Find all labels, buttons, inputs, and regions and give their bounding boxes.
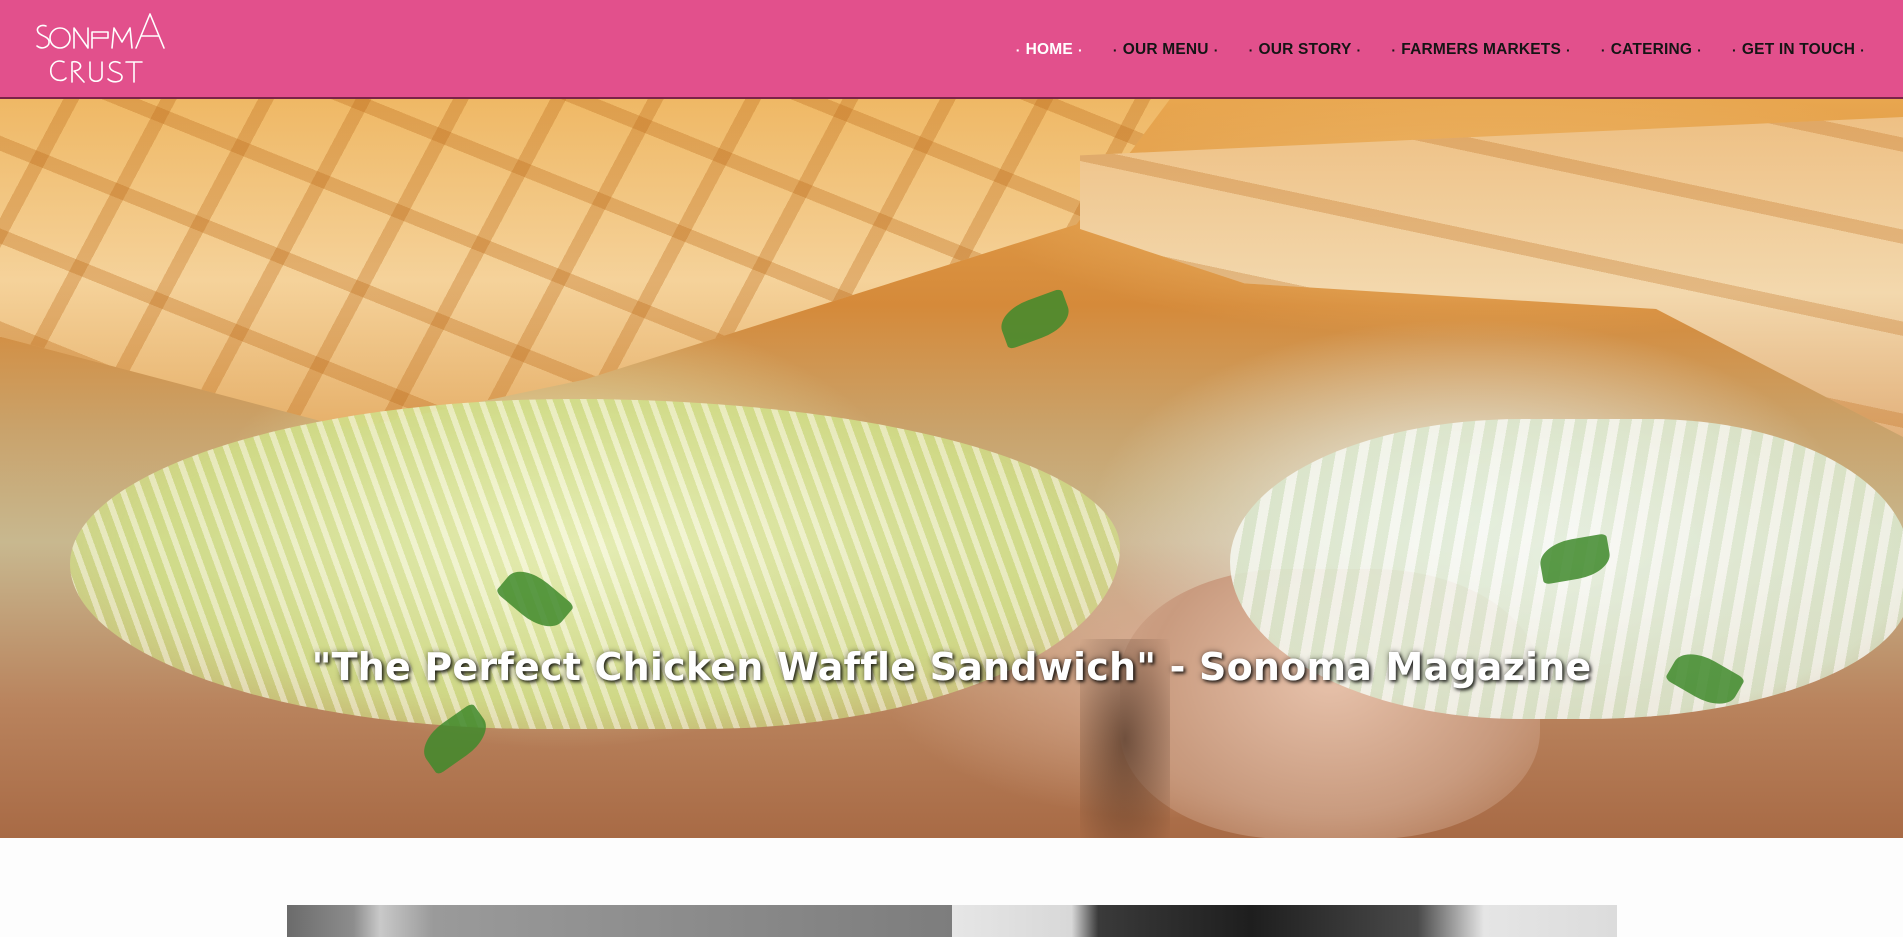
nav-dot-right: · [1697,41,1703,58]
sonoma-crust-logo[interactable] [34,10,166,92]
nav-dot-left: · [1015,41,1021,58]
nav-dot-right: · [1860,41,1865,58]
nav-item-catering[interactable]: · CATERING · [1601,41,1702,59]
nav-label-get-in-touch: GET IN TOUCH [1741,40,1856,58]
nav-dot-left: · [1112,41,1118,58]
nav-dot-left: · [1732,41,1737,58]
main-navigation: · HOME · · OUR MENU · · OUR STORY · · FA… [1016,0,1865,99]
site-header: · HOME · · OUR MENU · · OUR STORY · · FA… [0,0,1903,99]
nav-dot-left: · [1600,41,1606,58]
nav-dot-left: · [1391,41,1397,58]
nav-dot-right: · [1356,41,1362,58]
nav-dot-left: · [1248,41,1254,58]
gallery-photo-right [952,905,1617,937]
hero-banner: "The Perfect Chicken Waffle Sandwich" - … [0,99,1903,838]
nav-label-our-story: OUR STORY [1258,40,1352,58]
nav-item-our-menu[interactable]: · OUR MENU · [1113,41,1219,59]
nav-item-our-story[interactable]: · OUR STORY · [1249,41,1362,59]
nav-dot-right: · [1077,41,1083,58]
hero-photo-herb [995,288,1075,350]
gallery-photo-left [287,905,952,937]
nav-label-home: HOME [1025,40,1073,58]
nav-item-home[interactable]: · HOME · [1016,41,1083,59]
nav-item-farmers-markets[interactable]: · FARMERS MARKETS · [1391,41,1570,59]
nav-dot-right: · [1213,41,1219,58]
nav-label-catering: CATERING [1610,40,1693,58]
nav-item-get-in-touch[interactable]: · GET IN TOUCH · [1732,41,1865,59]
hero-photo-waffle-left [0,99,1170,429]
hero-photo-waffle-right [1080,117,1903,437]
nav-label-our-menu: OUR MENU [1122,40,1209,58]
logo-wordmark-icon [36,13,165,83]
nav-dot-right: · [1566,41,1571,58]
nav-label-farmers-markets: FARMERS MARKETS [1401,40,1562,58]
hero-caption: "The Perfect Chicken Waffle Sandwich" - … [311,645,1592,689]
